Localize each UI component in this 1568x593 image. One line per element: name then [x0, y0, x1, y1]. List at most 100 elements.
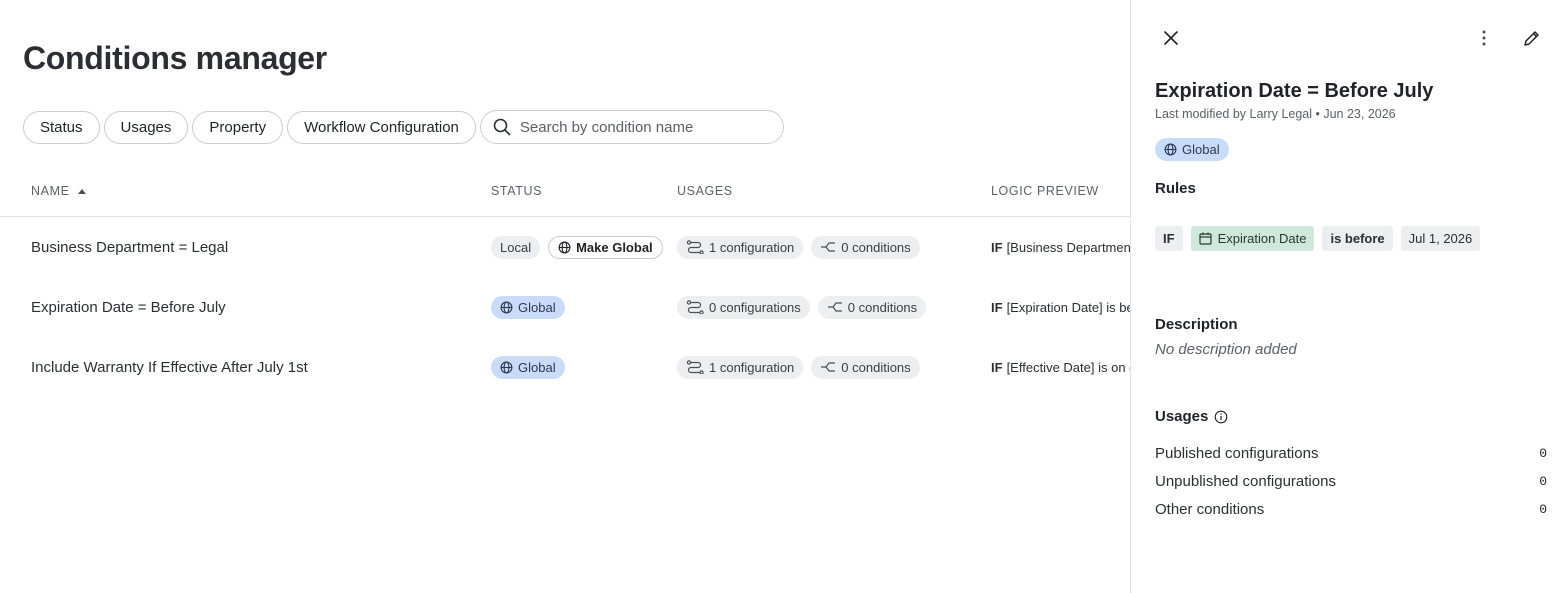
condition-name[interactable]: Business Department = Legal [31, 217, 228, 277]
logic-text: [Effective Date] is on or after Jul 1, 2… [1006, 359, 1131, 375]
usage-row-unpublished: Unpublished configurations 0 [1155, 471, 1547, 491]
conditions-count-badge: 0 conditions [817, 295, 927, 319]
global-badge-label: Global [518, 299, 556, 315]
rules-heading: Rules [1155, 180, 1196, 197]
configurations-count-label: 1 configuration [709, 359, 795, 375]
make-global-button[interactable]: Make Global [548, 235, 663, 259]
status-cell: Local Make Global [491, 217, 663, 277]
condition-name[interactable]: Include Warranty If Effective After July… [31, 337, 308, 397]
status-column-header: STATUS [491, 184, 543, 198]
panel-global-badge-wrap: Global [1155, 138, 1229, 161]
conditions-count-label: 0 conditions [847, 299, 918, 315]
logic-preview: IF [Business Department] is Legal [991, 217, 1131, 277]
globe-icon [500, 361, 513, 373]
global-badge-label: Global [1182, 142, 1220, 157]
configurations-count-label: 0 configurations [709, 299, 801, 315]
globe-icon [558, 241, 571, 253]
conditions-main: Conditions manager Status Usages Propert… [0, 0, 1131, 593]
description-heading: Description [1155, 316, 1238, 333]
logic-if-keyword: IF [991, 299, 1003, 315]
workflow-icon [686, 240, 704, 254]
usages-column-header: USAGES [677, 184, 733, 198]
panel-title: Expiration Date = Before July [1155, 80, 1434, 102]
global-badge: Global [1155, 138, 1229, 161]
edit-button[interactable] [1517, 24, 1545, 52]
usage-label: Published configurations [1155, 444, 1319, 462]
configurations-count-badge: 1 configuration [677, 355, 804, 379]
branch-icon [821, 242, 836, 252]
rule-row: IF Expiration Date is before Jul 1, 2026 [1155, 226, 1481, 251]
logic-preview: IF [Expiration Date] is before Jul 1, 20… [991, 277, 1131, 337]
description-text: No description added [1155, 341, 1297, 358]
info-icon[interactable] [1214, 410, 1228, 424]
table-row[interactable]: Include Warranty If Effective After July… [0, 337, 1131, 397]
usage-count: 0 [1539, 473, 1547, 489]
logic-if-keyword: IF [991, 239, 1003, 255]
condition-name[interactable]: Expiration Date = Before July [31, 277, 226, 337]
logic-preview-column-header: LOGIC PREVIEW [991, 184, 1099, 198]
calendar-icon [1198, 232, 1212, 245]
close-button[interactable] [1157, 24, 1185, 52]
conditions-count-label: 0 conditions [841, 359, 911, 375]
search-icon [493, 118, 511, 136]
logic-text: [Expiration Date] is before Jul 1, 2026 [1006, 299, 1131, 315]
name-column-header[interactable]: NAME [31, 184, 86, 198]
rule-operator-tag: is before [1322, 226, 1393, 251]
sort-ascending-icon [77, 188, 86, 194]
pencil-icon [1523, 30, 1539, 46]
table-header: NAME STATUS USAGES LOGIC PREVIEW [0, 166, 1131, 217]
global-badge: Global [491, 295, 565, 319]
configurations-count-badge: 0 configurations [677, 295, 810, 319]
close-icon [1164, 31, 1178, 45]
usage-label: Other conditions [1155, 500, 1265, 518]
last-modified-text: Last modified by Larry Legal • Jun 23, 2… [1155, 107, 1396, 121]
usages-heading: Usages [1155, 408, 1228, 425]
more-options-button[interactable] [1470, 24, 1498, 52]
search-box [479, 110, 784, 144]
status-cell: Global [491, 277, 565, 337]
usages-cell: 1 configuration 0 conditions [677, 217, 920, 277]
local-badge: Local [491, 235, 541, 259]
workflow-icon [686, 360, 704, 374]
branch-icon [827, 302, 842, 312]
conditions-count-badge: 0 conditions [811, 355, 920, 379]
rule-field-tag: Expiration Date [1190, 226, 1315, 251]
workflow-configuration-filter[interactable]: Workflow Configuration [287, 110, 476, 144]
usages-heading-label: Usages [1155, 408, 1209, 425]
status-cell: Global [491, 337, 565, 397]
rule-field-label: Expiration Date [1217, 231, 1307, 246]
rule-if-tag: IF [1155, 226, 1183, 251]
table-row[interactable]: Business Department = Legal Local Make G… [0, 217, 1131, 277]
logic-if-keyword: IF [991, 359, 1003, 375]
logic-preview: IF [Effective Date] is on or after Jul 1… [991, 337, 1131, 397]
usages-cell: 1 configuration 0 conditions [677, 337, 920, 397]
name-header-label: NAME [31, 184, 70, 198]
usage-count: 0 [1539, 501, 1547, 517]
configurations-count-label: 1 configuration [709, 239, 795, 255]
conditions-count-label: 0 conditions [841, 239, 911, 255]
usage-label: Unpublished configurations [1155, 472, 1336, 490]
rule-value-tag: Jul 1, 2026 [1400, 226, 1481, 251]
conditions-count-badge: 0 conditions [811, 235, 920, 259]
global-badge-label: Global [518, 359, 556, 375]
page-title: Conditions manager [23, 40, 327, 76]
condition-detail-panel: Expiration Date = Before July Last modif… [1130, 0, 1568, 593]
usages-filter[interactable]: Usages [103, 110, 189, 144]
configurations-count-badge: 1 configuration [677, 235, 804, 259]
global-badge: Global [491, 355, 565, 379]
workflow-icon [686, 300, 704, 314]
usages-cell: 0 configurations 0 conditions [677, 277, 927, 337]
status-filter[interactable]: Status [23, 110, 100, 144]
property-filter[interactable]: Property [192, 110, 284, 144]
usage-row-other-conditions: Other conditions 0 [1155, 499, 1547, 519]
usage-count: 0 [1539, 445, 1547, 461]
filter-bar: Status Usages Property Workflow Configur… [23, 110, 784, 144]
usage-row-published: Published configurations 0 [1155, 443, 1547, 463]
make-global-label: Make Global [576, 239, 653, 255]
search-input[interactable] [519, 118, 770, 136]
branch-icon [821, 362, 836, 372]
table-row[interactable]: Expiration Date = Before July Global 0 c… [0, 277, 1131, 337]
logic-text: [Business Department] is Legal [1006, 239, 1131, 255]
globe-icon [500, 301, 513, 313]
more-vertical-icon [1482, 30, 1486, 46]
